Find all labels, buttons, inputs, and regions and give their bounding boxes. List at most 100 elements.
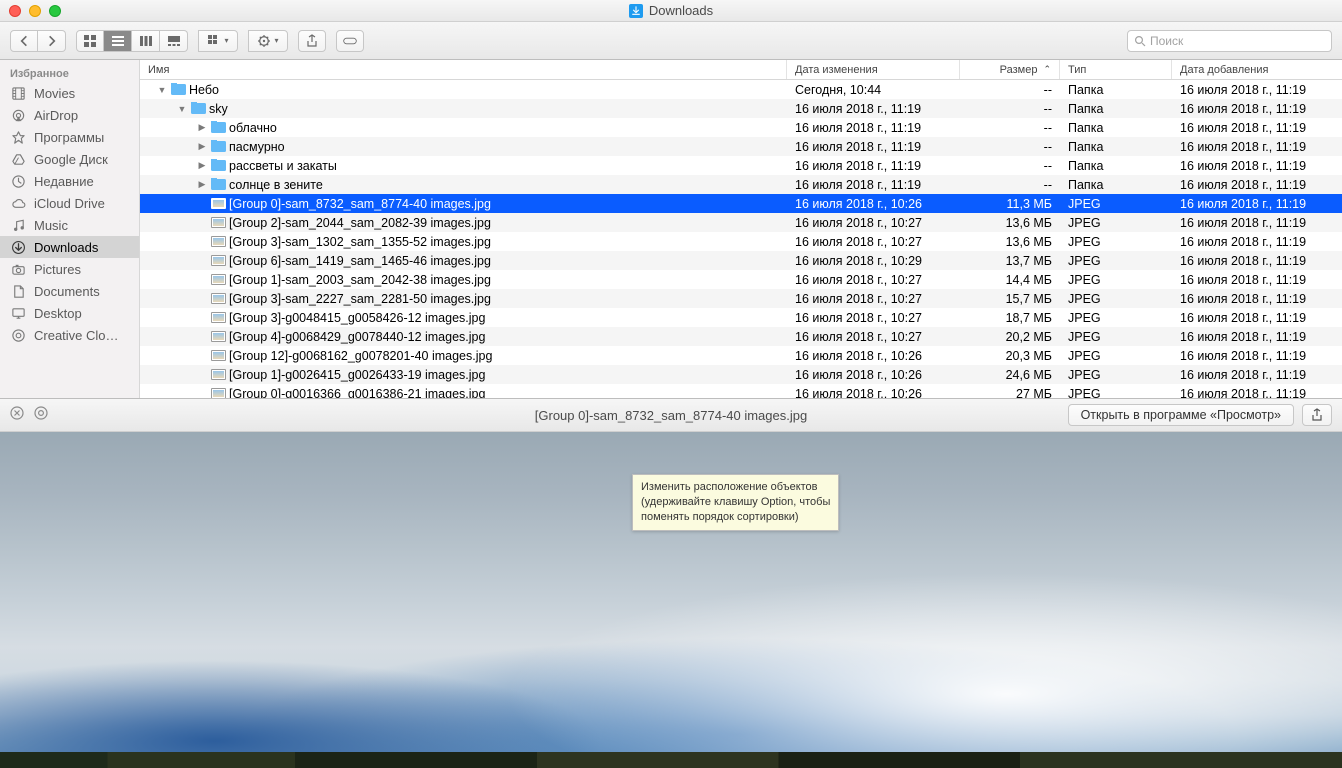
window-title: Downloads: [0, 3, 1342, 18]
file-added: 16 июля 2018 г., 11:19: [1172, 235, 1342, 249]
sidebar-item-doc[interactable]: Documents: [0, 280, 139, 302]
file-row[interactable]: [Group 0]-g0016366_g0016386-21 images.jp…: [140, 384, 1342, 398]
file-type: JPEG: [1060, 387, 1172, 399]
sidebar-item-apps[interactable]: Программы: [0, 126, 139, 148]
sidebar-item-label: Pictures: [34, 262, 81, 277]
file-row[interactable]: ▶облачно16 июля 2018 г., 11:19--Папка16 …: [140, 118, 1342, 137]
file-modified: 16 июля 2018 г., 10:27: [787, 311, 960, 325]
share-button[interactable]: [298, 30, 326, 52]
minimize-window-button[interactable]: [29, 5, 41, 17]
file-size: --: [960, 178, 1060, 192]
doc-icon: [10, 284, 27, 298]
sidebar-item-film[interactable]: Movies: [0, 82, 139, 104]
arrange-button[interactable]: ▾: [198, 30, 238, 52]
folder-icon: [190, 102, 206, 116]
sidebar-item-desktop[interactable]: Desktop: [0, 302, 139, 324]
file-row[interactable]: [Group 0]-sam_8732_sam_8774-40 images.jp…: [140, 194, 1342, 213]
quicklook-share-button[interactable]: [1302, 404, 1332, 426]
file-size: --: [960, 102, 1060, 116]
icon-view-button[interactable]: [76, 30, 104, 52]
tags-button[interactable]: [336, 30, 364, 52]
disclosure-triangle[interactable]: ▶: [197, 122, 207, 133]
file-modified: 16 июля 2018 г., 10:27: [787, 330, 960, 344]
file-size: --: [960, 121, 1060, 135]
file-type: JPEG: [1060, 368, 1172, 382]
toolbar: ▾ ▾ Поиск: [0, 22, 1342, 60]
file-row[interactable]: [Group 1]-g0026415_g0026433-19 images.jp…: [140, 365, 1342, 384]
sidebar-item-gdrive[interactable]: Google Диск: [0, 148, 139, 170]
file-added: 16 июля 2018 г., 11:19: [1172, 102, 1342, 116]
file-name: [Group 0]-sam_8732_sam_8774-40 images.jp…: [229, 197, 491, 211]
col-name[interactable]: Имя: [140, 60, 787, 79]
gallery-view-button[interactable]: [160, 30, 188, 52]
sidebar-item-label: iCloud Drive: [34, 196, 105, 211]
sidebar-item-clock[interactable]: Недавние: [0, 170, 139, 192]
file-size: 14,4 МБ: [960, 273, 1060, 287]
disclosure-triangle[interactable]: ▼: [177, 104, 187, 114]
sidebar: Избранное MoviesAirDropПрограммыGoogle Д…: [0, 60, 140, 398]
file-type: Папка: [1060, 102, 1172, 116]
disclosure-triangle[interactable]: ▶: [197, 141, 207, 152]
file-row[interactable]: [Group 6]-sam_1419_sam_1465-46 images.jp…: [140, 251, 1342, 270]
disclosure-triangle[interactable]: ▶: [197, 160, 207, 171]
file-row[interactable]: ▶пасмурно16 июля 2018 г., 11:19--Папка16…: [140, 137, 1342, 156]
sidebar-item-label: Movies: [34, 86, 75, 101]
file-row[interactable]: ▼sky16 июля 2018 г., 11:19--Папка16 июля…: [140, 99, 1342, 118]
file-modified: 16 июля 2018 г., 10:27: [787, 216, 960, 230]
sidebar-item-cloud[interactable]: iCloud Drive: [0, 192, 139, 214]
folder-icon: [210, 121, 226, 135]
titlebar: Downloads: [0, 0, 1342, 22]
nav-buttons: [10, 30, 66, 52]
file-name: [Group 12]-g0068162_g0078201-40 images.j…: [229, 349, 492, 363]
col-type[interactable]: Тип: [1060, 60, 1172, 79]
file-type: JPEG: [1060, 254, 1172, 268]
file-row[interactable]: ▶солнце в зените16 июля 2018 г., 11:19--…: [140, 175, 1342, 194]
sidebar-item-label: Программы: [34, 130, 104, 145]
disclosure-triangle[interactable]: ▼: [157, 85, 167, 95]
sidebar-item-music[interactable]: Music: [0, 214, 139, 236]
quicklook-toolbar: [Group 0]-sam_8732_sam_8774-40 images.jp…: [0, 399, 1342, 432]
folder-icon: [170, 83, 186, 97]
sidebar-item-cc[interactable]: Creative Clo…: [0, 324, 139, 346]
file-row[interactable]: [Group 3]-sam_1302_sam_1355-52 images.jp…: [140, 232, 1342, 251]
file-added: 16 июля 2018 г., 11:19: [1172, 197, 1342, 211]
file-row[interactable]: [Group 12]-g0068162_g0078201-40 images.j…: [140, 346, 1342, 365]
list-view-button[interactable]: [104, 30, 132, 52]
col-added[interactable]: Дата добавления: [1172, 60, 1342, 79]
image-file-icon: [210, 235, 226, 249]
file-row[interactable]: [Group 3]-sam_2227_sam_2281-50 images.jp…: [140, 289, 1342, 308]
file-row[interactable]: ▶рассветы и закаты16 июля 2018 г., 11:19…: [140, 156, 1342, 175]
clock-icon: [10, 174, 27, 188]
search-input[interactable]: Поиск: [1127, 30, 1332, 52]
file-row[interactable]: [Group 1]-sam_2003_sam_2042-38 images.jp…: [140, 270, 1342, 289]
file-size: 18,7 МБ: [960, 311, 1060, 325]
sidebar-item-label: Google Диск: [34, 152, 108, 167]
back-button[interactable]: [10, 30, 38, 52]
file-name: пасмурно: [229, 140, 285, 154]
quicklook-zoom-button[interactable]: [34, 406, 48, 425]
file-row[interactable]: ▼НебоСегодня, 10:44--Папка16 июля 2018 г…: [140, 80, 1342, 99]
col-size[interactable]: Размер⌃: [960, 60, 1060, 79]
tooltip: Изменить расположение объектов (удержива…: [632, 474, 839, 531]
file-modified: 16 июля 2018 г., 10:29: [787, 254, 960, 268]
sidebar-item-download[interactable]: Downloads: [0, 236, 139, 258]
file-name: [Group 1]-sam_2003_sam_2042-38 images.jp…: [229, 273, 491, 287]
open-with-button[interactable]: Открыть в программе «Просмотр»: [1068, 404, 1294, 426]
col-modified[interactable]: Дата изменения: [787, 60, 960, 79]
column-view-button[interactable]: [132, 30, 160, 52]
forward-button[interactable]: [38, 30, 66, 52]
file-row[interactable]: [Group 3]-g0048415_g0058426-12 images.jp…: [140, 308, 1342, 327]
desktop-icon: [10, 306, 27, 320]
close-window-button[interactable]: [9, 5, 21, 17]
file-row[interactable]: [Group 2]-sam_2044_sam_2082-39 images.jp…: [140, 213, 1342, 232]
disclosure-triangle[interactable]: ▶: [197, 179, 207, 190]
file-name: солнце в зените: [229, 178, 323, 192]
quicklook-close-button[interactable]: [10, 406, 24, 425]
action-button[interactable]: ▾: [248, 30, 288, 52]
file-size: 20,2 МБ: [960, 330, 1060, 344]
sidebar-item-camera[interactable]: Pictures: [0, 258, 139, 280]
file-rows: ▼НебоСегодня, 10:44--Папка16 июля 2018 г…: [140, 80, 1342, 398]
file-row[interactable]: [Group 4]-g0068429_g0078440-12 images.jp…: [140, 327, 1342, 346]
zoom-window-button[interactable]: [49, 5, 61, 17]
sidebar-item-airdrop[interactable]: AirDrop: [0, 104, 139, 126]
